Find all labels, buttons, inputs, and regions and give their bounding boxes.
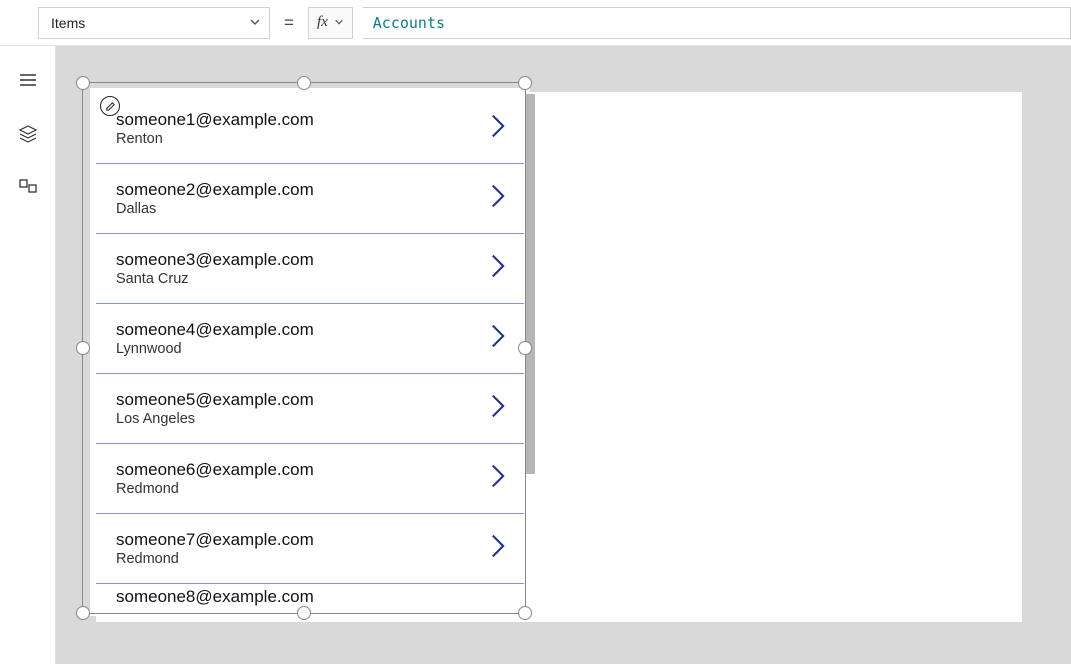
list-item[interactable]: someone3@example.com Santa Cruz (96, 234, 524, 304)
list-item-subtitle: Redmond (116, 481, 314, 497)
list-item-title: someone2@example.com (116, 180, 314, 200)
tree-view-icon[interactable] (18, 124, 38, 144)
list-item[interactable]: someone2@example.com Dallas (96, 164, 524, 234)
list-item-subtitle: Lynnwood (116, 341, 314, 357)
list-item-title: someone8@example.com (116, 587, 314, 607)
resize-handle-br[interactable] (518, 606, 532, 620)
resize-handle-ml[interactable] (76, 341, 90, 355)
list-item-texts: someone1@example.com Renton (116, 110, 314, 147)
canvas-area: someone1@example.com Renton someone2@exa… (56, 46, 1071, 664)
resize-handle-tr[interactable] (518, 76, 532, 90)
resize-handle-tm[interactable] (297, 76, 311, 90)
list-item-title: someone5@example.com (116, 390, 314, 410)
gallery-list: someone1@example.com Renton someone2@exa… (96, 94, 524, 610)
list-item-title: someone3@example.com (116, 250, 314, 270)
resize-handle-mr[interactable] (518, 341, 532, 355)
chevron-right-icon[interactable] (490, 533, 506, 564)
list-item[interactable]: someone8@example.com (96, 584, 524, 610)
chevron-down-icon (249, 15, 261, 31)
formula-input[interactable]: Accounts (363, 7, 1071, 39)
list-item[interactable]: someone6@example.com Redmond (96, 444, 524, 514)
list-item-title: someone7@example.com (116, 530, 314, 550)
insert-icon[interactable] (18, 178, 38, 198)
fx-label: fx (317, 14, 328, 31)
chevron-right-icon[interactable] (490, 183, 506, 214)
app-screen[interactable]: someone1@example.com Renton someone2@exa… (96, 92, 1022, 622)
chevron-right-icon[interactable] (490, 463, 506, 494)
resize-handle-bl[interactable] (76, 606, 90, 620)
chevron-down-icon (334, 14, 344, 32)
list-item-subtitle: Renton (116, 131, 314, 147)
list-item-texts: someone4@example.com Lynnwood (116, 320, 314, 357)
gallery-control[interactable]: someone1@example.com Renton someone2@exa… (90, 88, 530, 616)
hamburger-icon[interactable] (18, 70, 38, 90)
list-item[interactable]: someone7@example.com Redmond (96, 514, 524, 584)
fx-button[interactable]: fx (308, 7, 353, 39)
list-item-texts: someone2@example.com Dallas (116, 180, 314, 217)
list-item-title: someone1@example.com (116, 110, 314, 130)
list-item-texts: someone6@example.com Redmond (116, 460, 314, 497)
property-selector-value: Items (51, 15, 85, 31)
chevron-right-icon[interactable] (490, 113, 506, 144)
scrollbar-thumb[interactable] (525, 94, 535, 474)
list-item-title: someone6@example.com (116, 460, 314, 480)
property-selector[interactable]: Items (38, 7, 270, 39)
chevron-right-icon[interactable] (490, 253, 506, 284)
formula-bar: Items = fx Accounts (0, 0, 1071, 46)
equals-sign: = (280, 13, 298, 33)
list-item[interactable]: someone4@example.com Lynnwood (96, 304, 524, 374)
list-item[interactable]: someone1@example.com Renton (96, 94, 524, 164)
left-rail (0, 46, 56, 664)
chevron-right-icon[interactable] (490, 323, 506, 354)
list-item-texts: someone5@example.com Los Angeles (116, 390, 314, 427)
formula-text: Accounts (373, 14, 445, 32)
chevron-right-icon[interactable] (490, 393, 506, 424)
edit-template-icon[interactable] (100, 96, 120, 116)
list-item-texts: someone8@example.com (116, 587, 314, 608)
list-item-subtitle: Redmond (116, 551, 314, 567)
list-item-subtitle: Dallas (116, 201, 314, 217)
list-item[interactable]: someone5@example.com Los Angeles (96, 374, 524, 444)
list-item-subtitle: Los Angeles (116, 411, 314, 427)
list-item-subtitle: Santa Cruz (116, 271, 314, 287)
list-item-texts: someone7@example.com Redmond (116, 530, 314, 567)
list-item-title: someone4@example.com (116, 320, 314, 340)
resize-handle-bm[interactable] (297, 606, 311, 620)
list-item-texts: someone3@example.com Santa Cruz (116, 250, 314, 287)
resize-handle-tl[interactable] (76, 76, 90, 90)
